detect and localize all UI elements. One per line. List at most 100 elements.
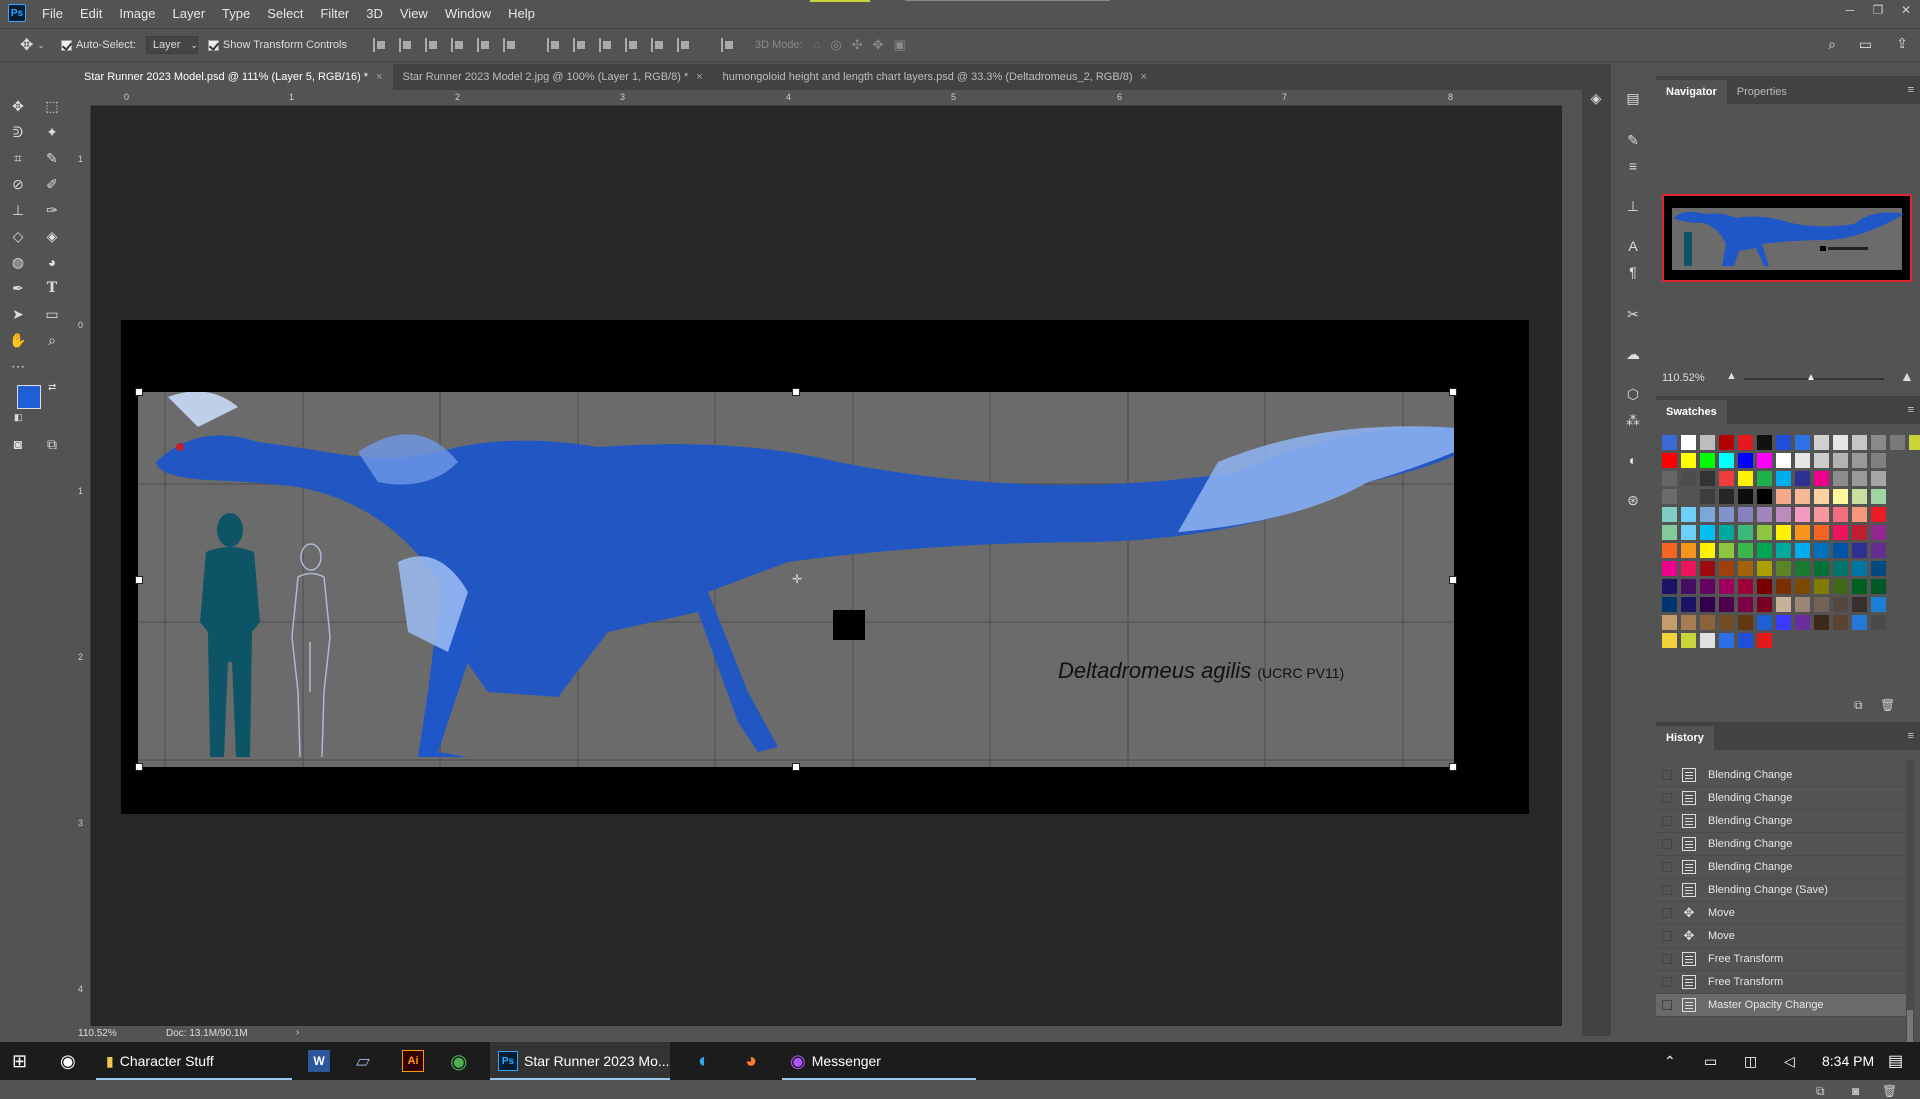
status-menu-arrow[interactable]: › xyxy=(296,1027,299,1038)
color-swatch[interactable] xyxy=(1738,507,1753,522)
color-swatch[interactable] xyxy=(1871,471,1886,486)
color-swatch[interactable] xyxy=(1662,453,1677,468)
restore-icon[interactable]: ❐ xyxy=(1864,0,1892,20)
color-swatch[interactable] xyxy=(1871,615,1886,630)
history-snapshot-checkbox[interactable] xyxy=(1662,885,1672,895)
zoom-in-icon[interactable]: ▲ xyxy=(1900,368,1914,384)
color-swatch[interactable] xyxy=(1871,579,1886,594)
color-swatch[interactable] xyxy=(1700,435,1715,450)
color-swatch[interactable] xyxy=(1757,453,1772,468)
transform-center-icon[interactable]: ✛ xyxy=(792,572,802,586)
network-icon[interactable]: ◫ xyxy=(1744,1042,1757,1080)
tab-star-runner-psd[interactable]: Star Runner 2023 Model.psd @ 111% (Layer… xyxy=(74,64,393,90)
color-swatch[interactable] xyxy=(1795,435,1810,450)
color-swatch[interactable] xyxy=(1757,633,1772,648)
zoom-tool-icon[interactable]: ⌕ xyxy=(40,328,64,352)
history-state[interactable]: Blending Change xyxy=(1656,856,1906,879)
tab-star-runner-jpg[interactable]: Star Runner 2023 Model 2.jpg @ 100% (Lay… xyxy=(393,64,713,90)
distribute-bottom-icon[interactable] xyxy=(598,38,613,52)
distribute-spacing-icon[interactable] xyxy=(720,38,735,52)
color-swatch[interactable] xyxy=(1871,597,1886,612)
color-swatch[interactable] xyxy=(1795,525,1810,540)
3d-icon[interactable]: ⬡ xyxy=(1623,384,1643,404)
color-swatch[interactable] xyxy=(1662,435,1677,450)
history-state[interactable]: Free Transform xyxy=(1656,948,1906,971)
auto-select-dropdown[interactable]: Layer ⌄ xyxy=(145,36,198,54)
menu-select[interactable]: Select xyxy=(267,6,303,21)
color-swatch[interactable] xyxy=(1852,471,1867,486)
color-swatch[interactable] xyxy=(1700,633,1715,648)
distribute-hcenter-icon[interactable] xyxy=(650,38,665,52)
history-snapshot-checkbox[interactable] xyxy=(1662,793,1672,803)
distribute-left-icon[interactable] xyxy=(624,38,639,52)
color-swatch[interactable] xyxy=(1738,489,1753,504)
zoom-out-icon[interactable]: ▲ xyxy=(1726,370,1737,382)
history-snapshot-checkbox[interactable] xyxy=(1662,816,1672,826)
cortana-icon[interactable]: ◉ xyxy=(60,1042,76,1080)
color-swatch[interactable] xyxy=(1833,435,1848,450)
color-swatch[interactable] xyxy=(1871,435,1886,450)
history-snapshot-checkbox[interactable] xyxy=(1662,908,1672,918)
color-swatch[interactable] xyxy=(1871,543,1886,558)
pen-tool-icon[interactable]: ✒ xyxy=(6,276,30,300)
menu-filter[interactable]: Filter xyxy=(320,6,349,21)
color-swatch[interactable] xyxy=(1719,615,1734,630)
color-swatch[interactable] xyxy=(1795,543,1810,558)
color-swatch[interactable] xyxy=(1776,525,1791,540)
color-swatch[interactable] xyxy=(1776,543,1791,558)
color-swatch[interactable] xyxy=(1719,435,1734,450)
color-swatch[interactable] xyxy=(1700,543,1715,558)
color-swatch[interactable] xyxy=(1719,597,1734,612)
color-swatch[interactable] xyxy=(1757,525,1772,540)
tab-history[interactable]: History xyxy=(1656,726,1714,750)
color-swatch[interactable] xyxy=(1738,435,1753,450)
history-scrollbar[interactable] xyxy=(1906,760,1914,1080)
menu-type[interactable]: Type xyxy=(222,6,250,21)
transform-handle[interactable] xyxy=(1449,763,1457,771)
align-right-icon[interactable] xyxy=(502,38,517,52)
history-brush-icon[interactable]: ✑ xyxy=(40,198,64,222)
color-swatch[interactable] xyxy=(1719,507,1734,522)
color-swatch[interactable] xyxy=(1700,597,1715,612)
hand-tool-icon[interactable]: ✋ xyxy=(6,328,30,352)
transform-handle[interactable] xyxy=(1449,576,1457,584)
color-swatch[interactable] xyxy=(1776,489,1791,504)
color-swatch[interactable] xyxy=(1662,615,1677,630)
color-swatch[interactable] xyxy=(1662,471,1677,486)
clock[interactable]: 8:34 PM xyxy=(1822,1042,1874,1080)
share-icon[interactable]: ⇪ xyxy=(1896,35,1908,52)
new-document-from-state-icon[interactable]: ⧉ xyxy=(1816,1084,1825,1099)
history-snapshot-checkbox[interactable] xyxy=(1662,977,1672,987)
color-swatch[interactable] xyxy=(1795,471,1810,486)
search-icon[interactable]: ⌕ xyxy=(1828,36,1836,53)
color-swatch[interactable] xyxy=(1795,579,1810,594)
color-swatch[interactable] xyxy=(1662,507,1677,522)
align-hcenter-icon[interactable] xyxy=(476,38,491,52)
history-snapshot-checkbox[interactable] xyxy=(1662,839,1672,849)
color-swatch[interactable] xyxy=(1681,525,1696,540)
color-swatch[interactable] xyxy=(1757,543,1772,558)
color-swatch[interactable] xyxy=(1681,615,1696,630)
color-swatch[interactable] xyxy=(1681,597,1696,612)
color-swatch[interactable] xyxy=(1719,453,1734,468)
color-swatch[interactable] xyxy=(1681,561,1696,576)
workspace-icon[interactable]: ▭ xyxy=(1859,36,1872,53)
transform-handle[interactable] xyxy=(135,388,143,396)
tab-swatches[interactable]: Swatches xyxy=(1656,400,1727,424)
color-swatch[interactable] xyxy=(1852,615,1867,630)
color-swatch[interactable] xyxy=(1776,579,1791,594)
color-swatch[interactable] xyxy=(1890,435,1905,450)
action-center-icon[interactable]: ▤ xyxy=(1888,1042,1903,1080)
distribute-right-icon[interactable] xyxy=(676,38,691,52)
menu-view[interactable]: View xyxy=(400,6,428,21)
color-swatch[interactable] xyxy=(1719,489,1734,504)
volume-icon[interactable]: ◁ xyxy=(1784,1042,1795,1080)
color-swatch[interactable] xyxy=(1814,435,1829,450)
menu-help[interactable]: Help xyxy=(508,6,535,21)
battery-icon[interactable]: ▭ xyxy=(1704,1042,1717,1080)
color-swatch[interactable] xyxy=(1795,597,1810,612)
color-swatch[interactable] xyxy=(1852,489,1867,504)
color-swatch[interactable] xyxy=(1833,453,1848,468)
color-swatch[interactable] xyxy=(1700,561,1715,576)
color-swatch[interactable] xyxy=(1814,615,1829,630)
